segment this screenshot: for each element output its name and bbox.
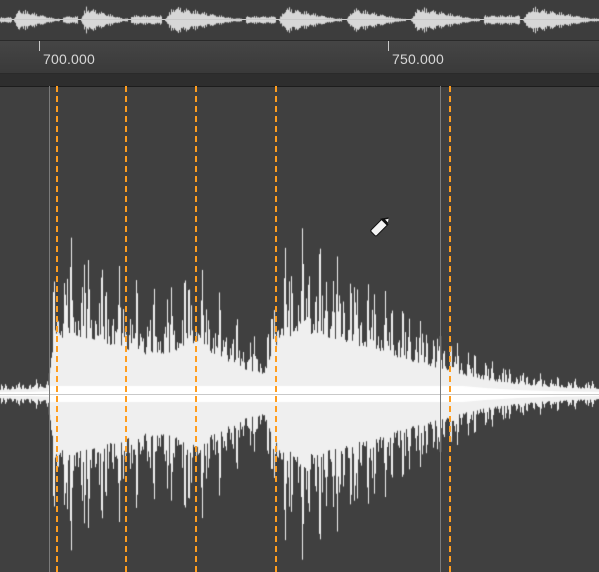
transient-guide-line (49, 86, 50, 572)
flex-marker[interactable] (275, 86, 277, 572)
flex-marker[interactable] (56, 86, 58, 572)
zero-crossing-line (0, 394, 599, 395)
audio-editor-view: 700.000 750.000 (0, 0, 599, 572)
flex-marker[interactable] (449, 86, 451, 572)
ruler-label: 700.000 (43, 51, 95, 67)
ruler-label: 750.000 (392, 51, 444, 67)
main-waveform[interactable] (0, 86, 599, 572)
flex-marker[interactable] (125, 86, 127, 572)
transient-guide-line (440, 86, 441, 572)
flex-marker[interactable] (195, 86, 197, 572)
overview-strip[interactable] (0, 0, 599, 40)
overview-waveform (0, 0, 599, 40)
waveform-editor[interactable] (0, 74, 599, 572)
time-ruler[interactable]: 700.000 750.000 (0, 40, 599, 74)
